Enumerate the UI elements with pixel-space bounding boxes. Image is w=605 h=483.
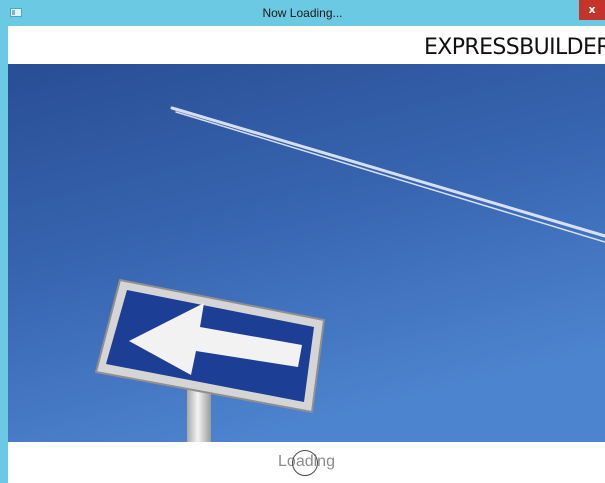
spinner-icon	[292, 450, 318, 476]
sign-pole	[187, 389, 211, 442]
client-area: EXPRESSBUILDER Loading	[8, 26, 605, 483]
status-bar: Loading	[8, 442, 605, 483]
loading-window: Now Loading... x EXPRESSBUILDER Loading	[0, 0, 605, 483]
title-bar[interactable]: Now Loading... x	[0, 0, 605, 26]
hero-image	[8, 64, 605, 442]
window-title: Now Loading...	[262, 6, 343, 20]
brand-bar: EXPRESSBUILDER	[8, 26, 605, 64]
close-button[interactable]: x	[579, 0, 605, 20]
brand-logo-text: EXPRESSBUILDER	[423, 35, 605, 60]
